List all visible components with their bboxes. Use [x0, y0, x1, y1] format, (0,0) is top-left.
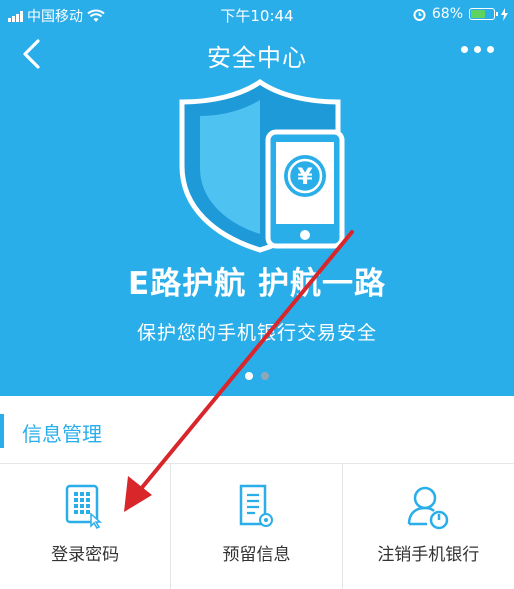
document-icon	[240, 484, 274, 527]
carousel-dot[interactable]	[245, 372, 253, 380]
banner-subtitle: 保护您的手机银行交易安全	[136, 322, 377, 344]
battery-percent: 68%	[431, 6, 463, 22]
carousel-dot[interactable]	[261, 372, 269, 380]
shield-phone-icon: ¥	[179, 78, 345, 253]
deregister-mobile-banking-button[interactable]: 注销手机银行	[343, 464, 514, 589]
login-password-button[interactable]: 登录密码	[0, 464, 172, 589]
grid-item-label: 注销手机银行	[377, 545, 480, 565]
grid-item-label: 登录密码	[51, 545, 120, 565]
nav-bar: 安全中心	[0, 30, 514, 78]
currency-symbol: ¥	[297, 165, 313, 190]
page-title: 安全中心	[207, 44, 307, 72]
banner-slogan: E路护航 护航一路	[128, 266, 386, 302]
carousel-dots[interactable]	[0, 372, 514, 380]
function-grid: 登录密码 预留信息 注销手机银行	[0, 464, 514, 589]
keypad-icon	[65, 484, 103, 529]
status-bar: 中国移动 下午10:44 68%	[0, 0, 514, 30]
user-power-icon	[408, 486, 449, 530]
battery-icon	[469, 8, 498, 20]
section-accent-bar	[0, 414, 4, 448]
hero-banner: 中国移动 下午10:44 68% 安全中心 ¥ E路护航 护航一路 保护您的手机…	[0, 0, 514, 396]
section-title: 信息管理	[22, 422, 102, 446]
more-icon[interactable]	[461, 46, 494, 53]
charging-icon	[501, 7, 508, 21]
section-header: 信息管理	[0, 396, 514, 464]
grid-item-label: 预留信息	[222, 545, 291, 565]
alarm-icon	[413, 8, 426, 21]
reserved-info-button[interactable]: 预留信息	[171, 464, 343, 589]
